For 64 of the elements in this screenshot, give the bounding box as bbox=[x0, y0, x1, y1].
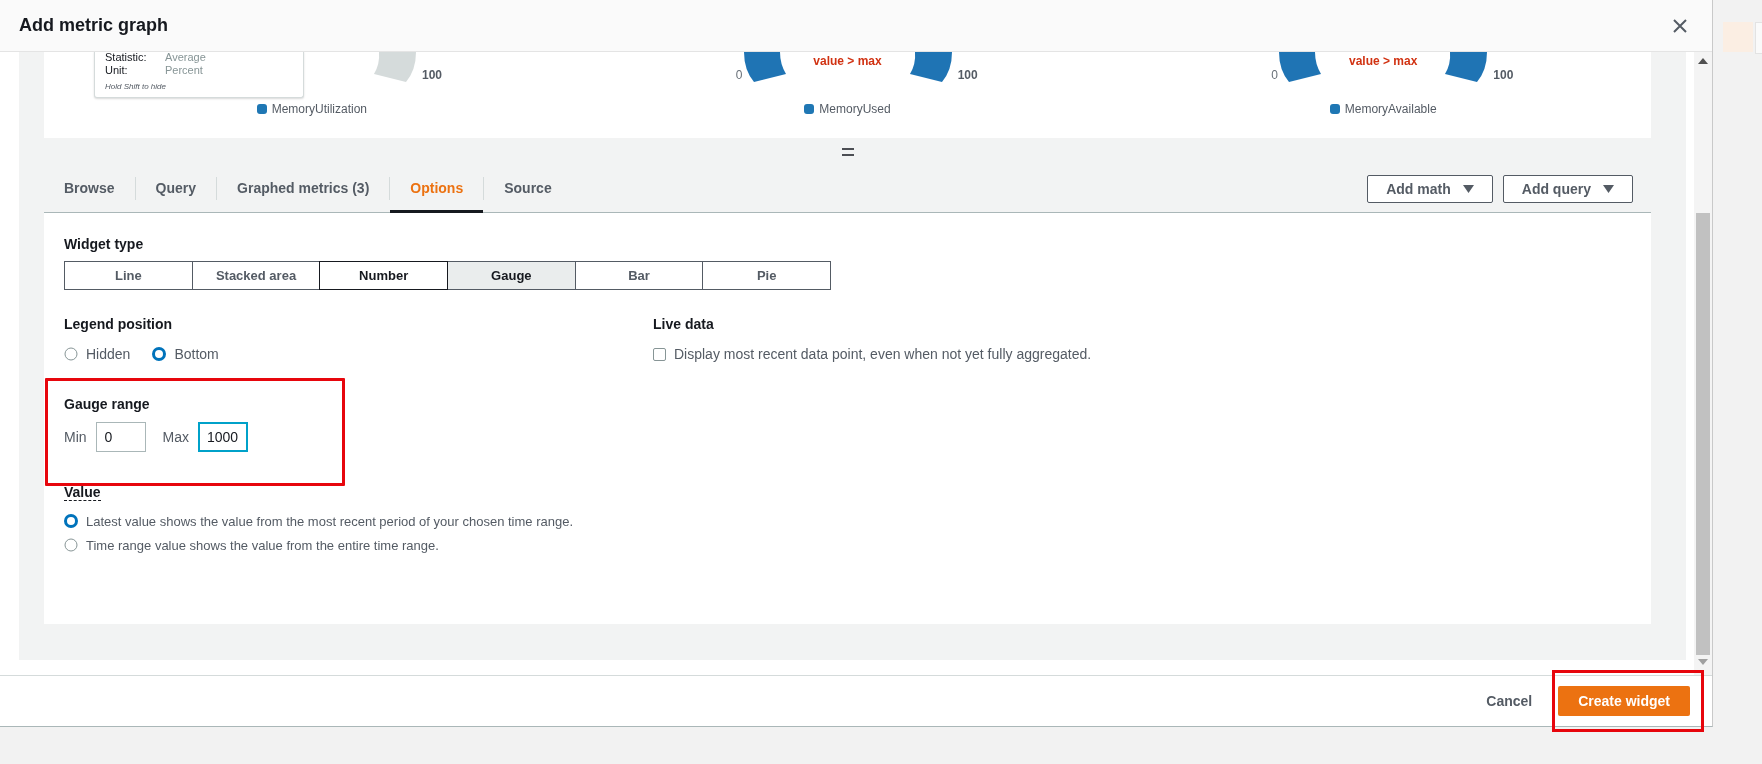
field-label: Max bbox=[162, 429, 189, 445]
legend-label: MemoryUtilization bbox=[271, 102, 367, 116]
caret-icon bbox=[1603, 184, 1614, 193]
input-field[interactable]: 1000 bbox=[198, 422, 248, 452]
section-label: Live data bbox=[653, 316, 715, 332]
tooltip-value: Percent bbox=[165, 64, 203, 77]
checkbox[interactable] bbox=[653, 347, 666, 361]
scroll-up-icon[interactable] bbox=[1698, 58, 1708, 64]
field-label: Min bbox=[64, 429, 87, 445]
close-icon bbox=[1672, 17, 1688, 34]
segment-button[interactable]: Stacked area bbox=[191, 261, 321, 290]
radio-button[interactable] bbox=[64, 538, 78, 552]
gauge-warning: value > max bbox=[1347, 54, 1419, 68]
segment-button[interactable]: Number bbox=[319, 261, 448, 290]
radio-button[interactable] bbox=[152, 347, 167, 361]
legend-swatch bbox=[1329, 104, 1340, 114]
radio-label: Latest value shows the value from the most recent period of your chosen time range. bbox=[86, 513, 574, 529]
gauge-max-label: 100 bbox=[422, 68, 443, 82]
tab[interactable]: Browse bbox=[44, 165, 135, 213]
section-label: Legend position bbox=[64, 316, 174, 332]
segment-button[interactable]: Bar bbox=[574, 261, 704, 290]
scrollbar-thumb[interactable] bbox=[1696, 213, 1710, 655]
caret-icon bbox=[1462, 184, 1474, 193]
resize-handle-icon[interactable] bbox=[841, 147, 854, 156]
tooltip-label: Statistic: bbox=[105, 52, 148, 64]
gauge-arc bbox=[1279, 52, 1322, 82]
gauge-arc bbox=[1445, 52, 1488, 82]
radio-button[interactable] bbox=[64, 347, 78, 361]
input-field[interactable]: 0 bbox=[95, 422, 146, 452]
cancel-button[interactable]: Cancel bbox=[1486, 689, 1533, 713]
checkbox-label: Display most recent data point, even when not yet fully aggregated. bbox=[674, 346, 1092, 362]
tab[interactable]: Source bbox=[484, 165, 572, 213]
tab[interactable]: Graphed metrics (3) bbox=[217, 165, 390, 213]
legend-label: MemoryUsed bbox=[819, 102, 891, 116]
dropdown-button[interactable]: Add math bbox=[1367, 174, 1493, 203]
gauge-arc bbox=[743, 52, 786, 82]
tab[interactable]: Query bbox=[135, 165, 217, 213]
segment-button[interactable]: Gauge bbox=[447, 261, 576, 290]
radio-button[interactable] bbox=[64, 514, 78, 528]
segment-button[interactable]: Line bbox=[64, 261, 193, 290]
tooltip-label: Unit: bbox=[105, 64, 129, 77]
legend-swatch bbox=[256, 104, 267, 114]
radio-label: Hidden bbox=[86, 346, 131, 362]
segment-button[interactable]: Pie bbox=[702, 261, 832, 290]
tooltip-hint: Hold Shift to hide bbox=[105, 82, 167, 91]
section-label: Widget type bbox=[64, 236, 145, 252]
gauge-max-label: 100 bbox=[957, 68, 978, 82]
scrollbar[interactable] bbox=[1694, 52, 1712, 675]
scroll-down-icon[interactable] bbox=[1698, 659, 1708, 665]
gauge-min-label: 0 bbox=[735, 68, 743, 82]
gauge-max-label: 100 bbox=[1493, 68, 1514, 82]
legend-swatch bbox=[804, 104, 815, 114]
radio-label: Bottom bbox=[174, 346, 219, 362]
gauge-arc bbox=[909, 52, 952, 82]
gauge-arc bbox=[374, 52, 416, 82]
dropdown-button[interactable]: Add query bbox=[1502, 174, 1633, 203]
legend-label: MemoryAvailable bbox=[1344, 102, 1437, 116]
gauge-min-label: 0 bbox=[1271, 68, 1278, 82]
gauge-warning: value > max bbox=[812, 54, 883, 68]
dialog-title: Add metric graph bbox=[19, 15, 169, 36]
section-label: Gauge range bbox=[64, 396, 151, 412]
tooltip-value: Average bbox=[165, 52, 206, 64]
radio-label: Time range value shows the value from the entire time range. bbox=[86, 537, 439, 553]
section-label: Value bbox=[64, 484, 101, 501]
